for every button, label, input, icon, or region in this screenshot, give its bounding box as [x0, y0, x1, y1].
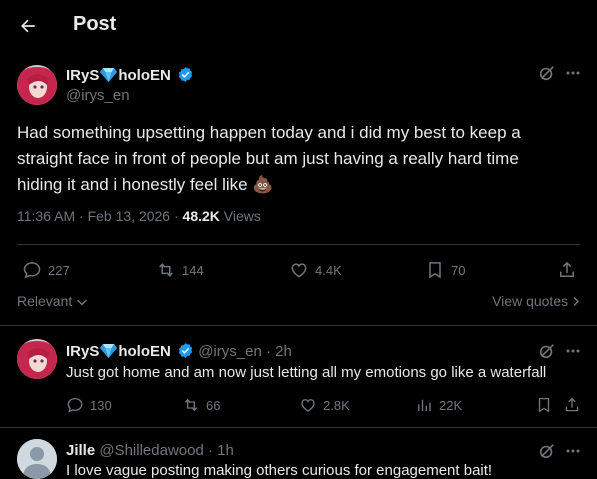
heart-icon — [291, 263, 307, 278]
more-icon — [566, 449, 580, 453]
chevron-right-icon — [573, 296, 580, 307]
default-avatar-icon — [17, 439, 57, 479]
repost-button[interactable]: 144 — [156, 260, 204, 280]
reply-time[interactable]: 2h — [275, 343, 292, 360]
reply-author-row: IRyS holoEN @irys_en · 2h — [66, 343, 292, 360]
avatar[interactable] — [17, 339, 57, 379]
views-count: 48.2K — [182, 208, 220, 224]
reply-button[interactable]: 130 — [66, 396, 112, 414]
post-text-line: hiding it and i honestly feel like 💩 — [17, 175, 274, 194]
more-options-button[interactable] — [565, 442, 581, 465]
bookmark-icon — [429, 262, 441, 279]
gem-icon — [100, 344, 118, 358]
views-label: Views — [223, 208, 261, 224]
page-title: Post — [73, 13, 117, 35]
chevron-down-icon — [77, 299, 88, 306]
reply-text: Just got home and am now just letting al… — [66, 364, 547, 381]
view-quotes-label: View quotes — [492, 293, 569, 309]
bookmark-count: 70 — [451, 262, 466, 278]
post-text-line: Had something upsetting happen today and… — [17, 123, 521, 142]
reply-button[interactable]: 227 — [22, 260, 70, 280]
verified-badge-icon — [179, 67, 193, 82]
more-options-button[interactable] — [565, 342, 581, 365]
author-display-name[interactable]: IRyS — [66, 67, 99, 84]
repost-count: 66 — [206, 397, 221, 413]
share-button[interactable] — [563, 396, 581, 414]
views-count: 22K — [439, 397, 463, 413]
like-button[interactable]: 4.4K — [289, 260, 342, 280]
views-button[interactable]: 22K — [415, 396, 462, 414]
author-handle[interactable]: @irys_en — [66, 87, 130, 104]
reply-name-suffix[interactable]: holoEN — [118, 343, 171, 360]
sort-label: Relevant — [17, 293, 73, 309]
more-options-button[interactable] — [565, 64, 581, 87]
top-bar: Post — [0, 0, 597, 52]
heart-icon — [301, 399, 315, 412]
reply-display-name[interactable]: IRyS — [66, 343, 99, 360]
divider — [17, 244, 580, 245]
grok-icon — [539, 444, 554, 459]
grok-button[interactable] — [538, 442, 556, 465]
poop-emoji: 💩 — [252, 175, 274, 194]
reply-display-name[interactable]: Jille — [66, 442, 95, 459]
sort-replies-button[interactable]: Relevant — [17, 293, 88, 309]
grok-button[interactable] — [538, 64, 556, 87]
divider — [0, 427, 597, 428]
avatar[interactable] — [17, 439, 57, 479]
gem-icon — [100, 68, 118, 82]
avatar-image — [17, 65, 57, 105]
author-name-suffix[interactable]: holoEN — [118, 67, 171, 84]
reply-count: 130 — [90, 397, 112, 413]
more-icon — [566, 71, 580, 75]
bookmark-icon — [538, 397, 550, 413]
like-count: 4.4K — [315, 262, 342, 278]
reply-text: I love vague posting making others curio… — [66, 462, 493, 479]
reply-count: 227 — [48, 262, 70, 278]
grok-icon — [539, 344, 554, 359]
avatar-image — [17, 339, 57, 379]
view-quotes-link[interactable]: View quotes — [492, 293, 580, 309]
repost-icon — [184, 398, 198, 412]
reply-author-row: Jille @Shilledawood · 1h — [66, 442, 234, 459]
analytics-icon — [418, 399, 431, 411]
divider — [0, 325, 597, 326]
grok-button[interactable] — [538, 342, 556, 365]
more-icon — [566, 349, 580, 353]
repost-count: 144 — [182, 262, 204, 278]
avatar[interactable] — [17, 65, 57, 105]
reply-icon — [67, 397, 83, 413]
post-text-line: straight face in front of people but am … — [17, 149, 519, 168]
author-name-row[interactable]: IRyS holoEN — [66, 66, 194, 85]
like-button[interactable]: 2.8K — [299, 396, 350, 414]
like-count: 2.8K — [323, 397, 350, 413]
share-button[interactable] — [557, 260, 577, 280]
post-date[interactable]: Feb 13, 2026 — [88, 208, 171, 224]
post-text: Had something upsetting happen today and… — [17, 120, 577, 198]
repost-icon — [159, 263, 173, 277]
share-icon — [565, 397, 579, 412]
post-meta-row: 11:36 AM · Feb 13, 2026 · 48.2K Views — [17, 208, 261, 224]
reply-handle[interactable]: @Shilledawood — [99, 442, 203, 459]
reply-handle[interactable]: @irys_en — [198, 343, 262, 360]
repost-button[interactable]: 66 — [182, 396, 220, 414]
verified-badge-icon — [178, 343, 193, 358]
back-arrow-icon — [21, 19, 35, 33]
bookmark-button[interactable] — [535, 396, 553, 414]
bookmark-button[interactable]: 70 — [425, 260, 465, 280]
grok-icon — [539, 66, 554, 81]
reply-icon — [23, 262, 41, 279]
back-button[interactable] — [17, 15, 39, 37]
share-icon — [560, 261, 574, 277]
post-time[interactable]: 11:36 AM — [17, 208, 75, 224]
reply-time[interactable]: 1h — [217, 442, 234, 459]
